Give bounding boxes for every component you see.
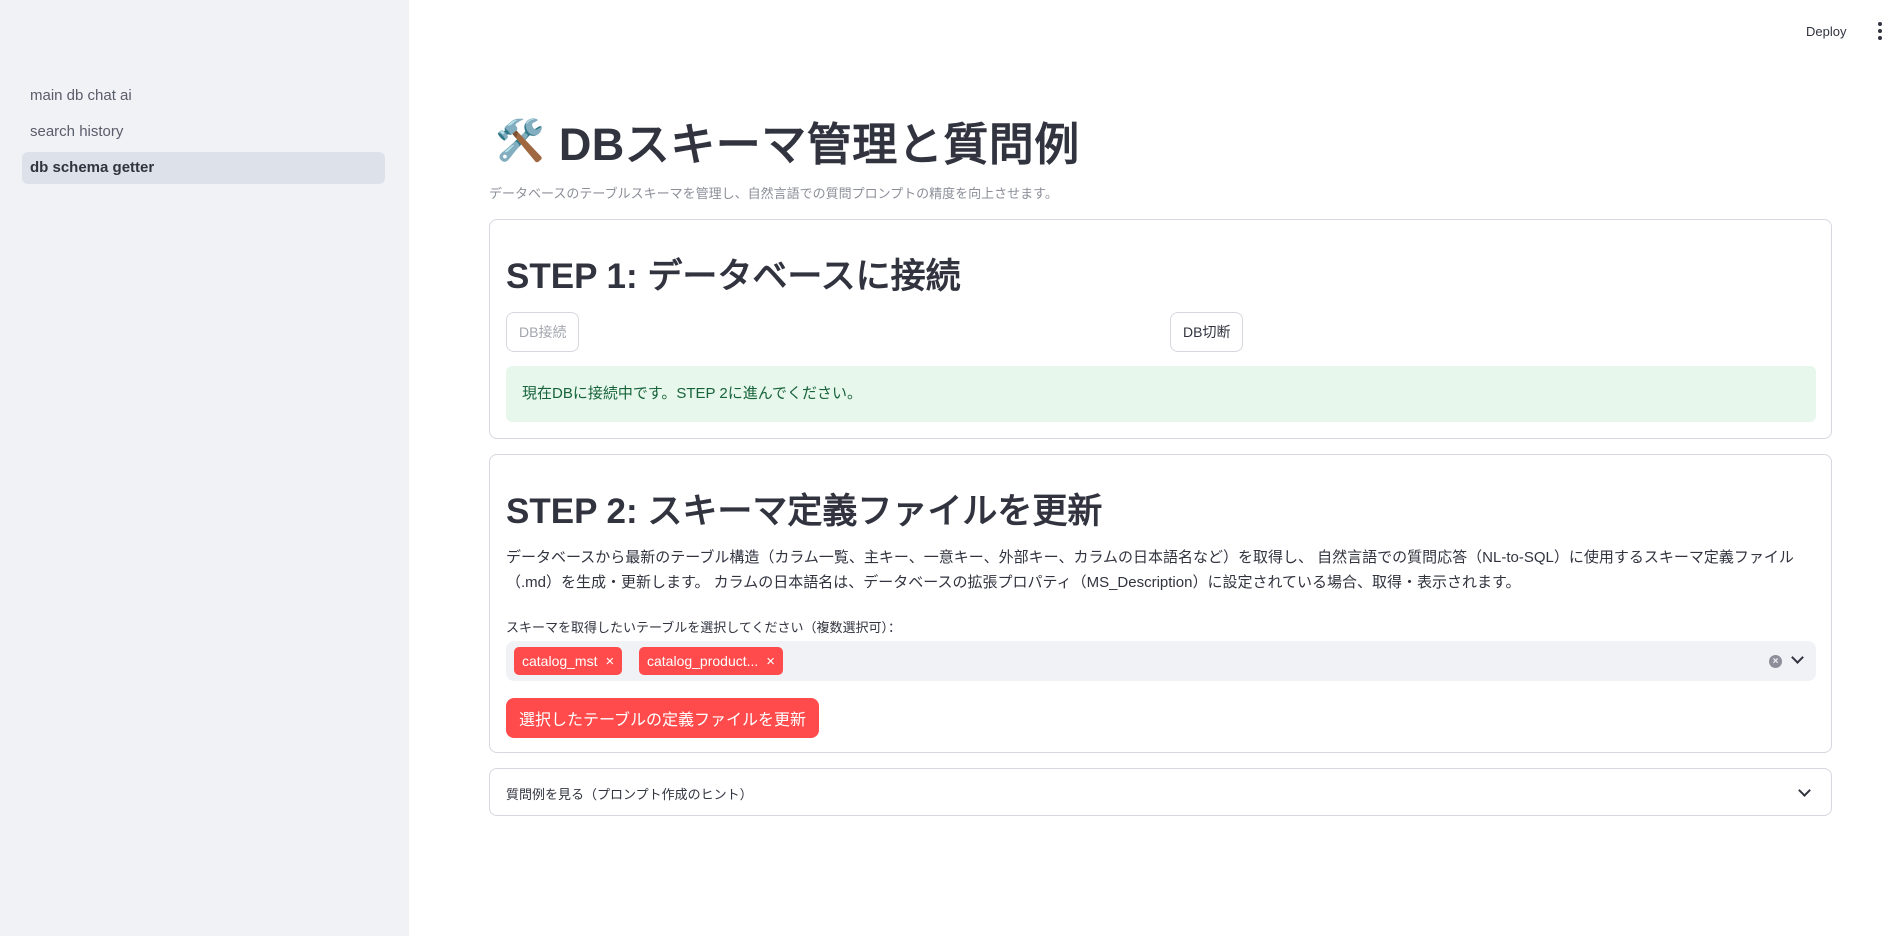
chevron-down-icon (1798, 784, 1811, 797)
step2-heading: STEP 2: スキーマ定義ファイルを更新 (506, 492, 1103, 531)
selected-table-tag[interactable]: catalog_product... × (639, 647, 784, 675)
page-caption: データベースのテーブルスキーマを管理し、自然言語での質問プロンプトの精度を向上さ… (489, 186, 1058, 201)
tag-label: catalog_mst (522, 653, 598, 669)
step2-description: データベースから最新のテーブル構造（カラム一覧、主キー、一意キー、外部キー、カラ… (506, 549, 1794, 591)
expander-label: 質問例を見る（プロンプト作成のヒント） (506, 787, 753, 802)
clear-selection-icon[interactable]: × (1769, 655, 1782, 668)
sidebar-nav: main db chat ai search history db schema… (22, 80, 385, 188)
sidebar-item-main-db-chat-ai[interactable]: main db chat ai (22, 80, 385, 112)
connection-status-alert: 現在DBに接続中です。STEP 2に進んでください。 (506, 366, 1816, 422)
kebab-menu-icon[interactable] (1872, 20, 1888, 42)
page-title-row: 🛠️ DBスキーマ管理と質問例 (495, 108, 1080, 173)
remove-tag-icon[interactable]: × (766, 654, 775, 669)
step1-heading: STEP 1: データベースに接続 (506, 257, 961, 296)
remove-tag-icon[interactable]: × (605, 654, 614, 669)
sidebar: main db chat ai search history db schema… (0, 0, 409, 936)
step1-container: STEP 1: データベースに接続 DB接続 DB切断 現在DBに接続中です。S… (489, 219, 1832, 439)
page-title: DBスキーマ管理と質問例 (558, 119, 1080, 170)
db-connect-button[interactable]: DB接続 (506, 312, 580, 352)
table-select-label: スキーマを取得したいテーブルを選択してください（複数選択可）： (506, 620, 901, 635)
sidebar-item-search-history[interactable]: search history (22, 116, 385, 148)
sidebar-item-db-schema-getter[interactable]: db schema getter (22, 152, 385, 184)
deploy-button[interactable]: Deploy (1800, 22, 1852, 41)
chevron-down-icon[interactable] (1791, 651, 1804, 664)
update-schema-button[interactable]: 選択したテーブルの定義ファイルを更新 (506, 698, 820, 738)
db-disconnect-button[interactable]: DB切断 (1170, 312, 1244, 352)
tag-label: catalog_product... (647, 653, 759, 669)
table-multiselect[interactable]: catalog_mst × catalog_product... × × (506, 641, 1816, 681)
tools-icon: 🛠️ (495, 118, 545, 163)
question-examples-expander[interactable]: 質問例を見る（プロンプト作成のヒント） (489, 768, 1832, 816)
app-root: main db chat ai search history db schema… (0, 0, 1903, 936)
step2-container: STEP 2: スキーマ定義ファイルを更新 データベースから最新のテーブル構造（… (489, 454, 1832, 753)
selected-table-tag[interactable]: catalog_mst × (514, 647, 623, 675)
